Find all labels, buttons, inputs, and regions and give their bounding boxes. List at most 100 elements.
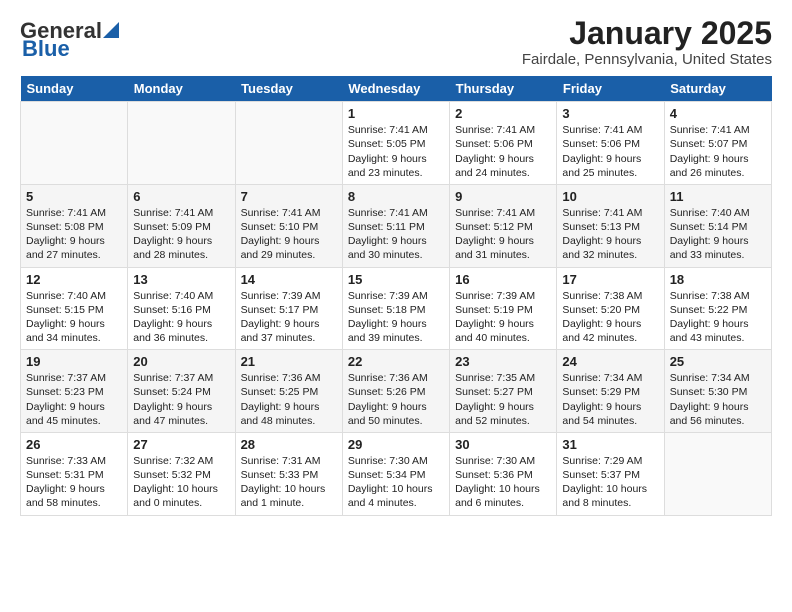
calendar-cell: 13 Sunrise: 7:40 AMSunset: 5:16 PMDayligh… <box>128 267 235 350</box>
day-number: 30 <box>455 437 551 452</box>
calendar-page: General Blue January 2025 Fairdale, Penn… <box>0 0 792 526</box>
cell-content: Sunrise: 7:36 AMSunset: 5:26 PMDaylight:… <box>348 371 444 428</box>
cell-content: Sunrise: 7:41 AMSunset: 5:08 PMDaylight:… <box>26 206 122 263</box>
day-number: 26 <box>26 437 122 452</box>
calendar-cell: 8 Sunrise: 7:41 AMSunset: 5:11 PMDaylight… <box>342 184 449 267</box>
day-number: 31 <box>562 437 658 452</box>
day-number: 6 <box>133 189 229 204</box>
calendar-cell: 14 Sunrise: 7:39 AMSunset: 5:17 PMDayligh… <box>235 267 342 350</box>
calendar-cell: 24 Sunrise: 7:34 AMSunset: 5:29 PMDayligh… <box>557 350 664 433</box>
cell-content: Sunrise: 7:39 AMSunset: 5:19 PMDaylight:… <box>455 289 551 346</box>
day-number: 1 <box>348 106 444 121</box>
cell-content: Sunrise: 7:41 AMSunset: 5:09 PMDaylight:… <box>133 206 229 263</box>
cell-content: Sunrise: 7:39 AMSunset: 5:17 PMDaylight:… <box>241 289 337 346</box>
cell-content: Sunrise: 7:38 AMSunset: 5:20 PMDaylight:… <box>562 289 658 346</box>
day-number: 2 <box>455 106 551 121</box>
cell-content: Sunrise: 7:37 AMSunset: 5:24 PMDaylight:… <box>133 371 229 428</box>
calendar-cell: 1 Sunrise: 7:41 AMSunset: 5:05 PMDaylight… <box>342 102 449 185</box>
cell-content: Sunrise: 7:41 AMSunset: 5:10 PMDaylight:… <box>241 206 337 263</box>
day-number: 12 <box>26 272 122 287</box>
cell-content: Sunrise: 7:41 AMSunset: 5:13 PMDaylight:… <box>562 206 658 263</box>
cell-content: Sunrise: 7:39 AMSunset: 5:18 PMDaylight:… <box>348 289 444 346</box>
cell-content: Sunrise: 7:41 AMSunset: 5:11 PMDaylight:… <box>348 206 444 263</box>
day-number: 22 <box>348 354 444 369</box>
calendar-cell: 23 Sunrise: 7:35 AMSunset: 5:27 PMDayligh… <box>450 350 557 433</box>
day-number: 15 <box>348 272 444 287</box>
week-row-3: 12 Sunrise: 7:40 AMSunset: 5:15 PMDayligh… <box>21 267 772 350</box>
day-number: 23 <box>455 354 551 369</box>
calendar-cell: 16 Sunrise: 7:39 AMSunset: 5:19 PMDayligh… <box>450 267 557 350</box>
logo-blue: Blue <box>22 38 70 60</box>
weekday-header-friday: Friday <box>557 76 664 102</box>
weekday-header-saturday: Saturday <box>664 76 771 102</box>
day-number: 7 <box>241 189 337 204</box>
calendar-cell: 6 Sunrise: 7:41 AMSunset: 5:09 PMDaylight… <box>128 184 235 267</box>
day-number: 5 <box>26 189 122 204</box>
month-title: January 2025 <box>522 16 772 51</box>
calendar-cell: 30 Sunrise: 7:30 AMSunset: 5:36 PMDayligh… <box>450 432 557 515</box>
cell-content: Sunrise: 7:31 AMSunset: 5:33 PMDaylight:… <box>241 454 337 511</box>
cell-content: Sunrise: 7:29 AMSunset: 5:37 PMDaylight:… <box>562 454 658 511</box>
day-number: 24 <box>562 354 658 369</box>
day-number: 3 <box>562 106 658 121</box>
calendar-cell: 20 Sunrise: 7:37 AMSunset: 5:24 PMDayligh… <box>128 350 235 433</box>
logo: General Blue <box>20 20 119 60</box>
calendar-cell: 7 Sunrise: 7:41 AMSunset: 5:10 PMDaylight… <box>235 184 342 267</box>
day-number: 4 <box>670 106 766 121</box>
day-number: 21 <box>241 354 337 369</box>
calendar-cell: 22 Sunrise: 7:36 AMSunset: 5:26 PMDayligh… <box>342 350 449 433</box>
week-row-1: 1 Sunrise: 7:41 AMSunset: 5:05 PMDaylight… <box>21 102 772 185</box>
day-number: 8 <box>348 189 444 204</box>
day-number: 17 <box>562 272 658 287</box>
calendar-cell: 12 Sunrise: 7:40 AMSunset: 5:15 PMDayligh… <box>21 267 128 350</box>
calendar-cell: 10 Sunrise: 7:41 AMSunset: 5:13 PMDayligh… <box>557 184 664 267</box>
calendar-cell <box>128 102 235 185</box>
cell-content: Sunrise: 7:37 AMSunset: 5:23 PMDaylight:… <box>26 371 122 428</box>
calendar-cell: 4 Sunrise: 7:41 AMSunset: 5:07 PMDaylight… <box>664 102 771 185</box>
day-number: 14 <box>241 272 337 287</box>
day-number: 25 <box>670 354 766 369</box>
cell-content: Sunrise: 7:34 AMSunset: 5:29 PMDaylight:… <box>562 371 658 428</box>
day-number: 20 <box>133 354 229 369</box>
weekday-header-thursday: Thursday <box>450 76 557 102</box>
calendar-cell: 26 Sunrise: 7:33 AMSunset: 5:31 PMDayligh… <box>21 432 128 515</box>
cell-content: Sunrise: 7:32 AMSunset: 5:32 PMDaylight:… <box>133 454 229 511</box>
day-number: 10 <box>562 189 658 204</box>
weekday-header-row: SundayMondayTuesdayWednesdayThursdayFrid… <box>21 76 772 102</box>
calendar-table: SundayMondayTuesdayWednesdayThursdayFrid… <box>20 76 772 515</box>
cell-content: Sunrise: 7:41 AMSunset: 5:12 PMDaylight:… <box>455 206 551 263</box>
calendar-cell: 21 Sunrise: 7:36 AMSunset: 5:25 PMDayligh… <box>235 350 342 433</box>
calendar-cell <box>21 102 128 185</box>
day-number: 29 <box>348 437 444 452</box>
cell-content: Sunrise: 7:35 AMSunset: 5:27 PMDaylight:… <box>455 371 551 428</box>
cell-content: Sunrise: 7:40 AMSunset: 5:15 PMDaylight:… <box>26 289 122 346</box>
cell-content: Sunrise: 7:38 AMSunset: 5:22 PMDaylight:… <box>670 289 766 346</box>
calendar-cell: 11 Sunrise: 7:40 AMSunset: 5:14 PMDayligh… <box>664 184 771 267</box>
cell-content: Sunrise: 7:30 AMSunset: 5:34 PMDaylight:… <box>348 454 444 511</box>
cell-content: Sunrise: 7:33 AMSunset: 5:31 PMDaylight:… <box>26 454 122 511</box>
cell-content: Sunrise: 7:41 AMSunset: 5:07 PMDaylight:… <box>670 123 766 180</box>
cell-content: Sunrise: 7:36 AMSunset: 5:25 PMDaylight:… <box>241 371 337 428</box>
calendar-cell: 3 Sunrise: 7:41 AMSunset: 5:06 PMDaylight… <box>557 102 664 185</box>
calendar-cell: 9Sunrise: 7:41 AMSunset: 5:12 PMDaylight… <box>450 184 557 267</box>
day-number: 27 <box>133 437 229 452</box>
header: General Blue January 2025 Fairdale, Penn… <box>20 16 772 68</box>
calendar-cell: 5 Sunrise: 7:41 AMSunset: 5:08 PMDaylight… <box>21 184 128 267</box>
day-number: 19 <box>26 354 122 369</box>
calendar-cell: 27 Sunrise: 7:32 AMSunset: 5:32 PMDayligh… <box>128 432 235 515</box>
cell-content: Sunrise: 7:30 AMSunset: 5:36 PMDaylight:… <box>455 454 551 511</box>
cell-content: Sunrise: 7:41 AMSunset: 5:06 PMDaylight:… <box>562 123 658 180</box>
title-area: January 2025 Fairdale, Pennsylvania, Uni… <box>522 16 772 68</box>
day-number: 18 <box>670 272 766 287</box>
cell-content: Sunrise: 7:41 AMSunset: 5:06 PMDaylight:… <box>455 123 551 180</box>
cell-content: Sunrise: 7:41 AMSunset: 5:05 PMDaylight:… <box>348 123 444 180</box>
day-number: 13 <box>133 272 229 287</box>
cell-content: Sunrise: 7:40 AMSunset: 5:16 PMDaylight:… <box>133 289 229 346</box>
calendar-cell: 17 Sunrise: 7:38 AMSunset: 5:20 PMDayligh… <box>557 267 664 350</box>
cell-content: Sunrise: 7:40 AMSunset: 5:14 PMDaylight:… <box>670 206 766 263</box>
day-number: 16 <box>455 272 551 287</box>
day-number: 11 <box>670 189 766 204</box>
cell-content: Sunrise: 7:34 AMSunset: 5:30 PMDaylight:… <box>670 371 766 428</box>
calendar-cell <box>664 432 771 515</box>
weekday-header-tuesday: Tuesday <box>235 76 342 102</box>
